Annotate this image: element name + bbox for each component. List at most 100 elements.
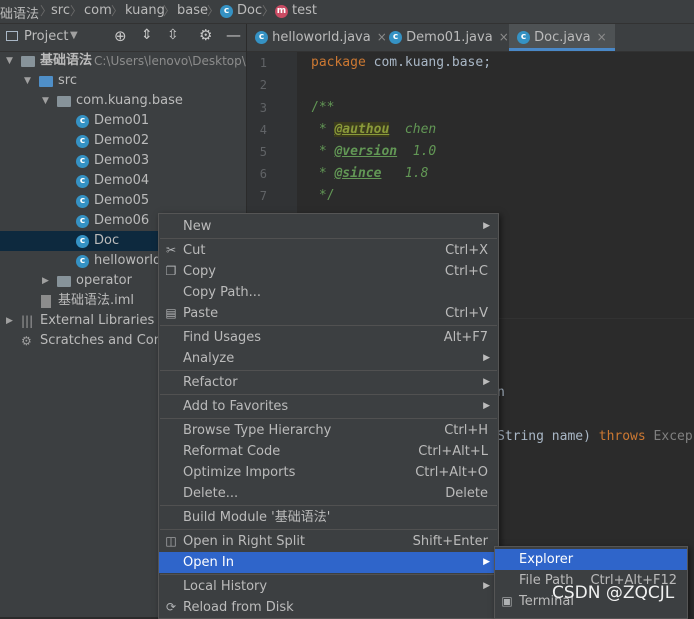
submenu-arrow-icon: ▶ xyxy=(483,353,490,363)
menu-item-shortcut: Ctrl+X xyxy=(445,243,488,258)
class-icon: c xyxy=(76,215,89,228)
collapse-all-icon[interactable]: ⇳ xyxy=(167,27,179,43)
class-icon: c xyxy=(76,115,89,128)
file-icon xyxy=(41,295,51,308)
menu-item-label: Reload from Disk xyxy=(183,600,294,615)
breadcrumb-item-project[interactable]: 础语法 xyxy=(0,3,39,22)
tab-demo01[interactable]: c Demo01.java × xyxy=(389,24,509,51)
line-number: 6 xyxy=(259,167,267,181)
submenu-item-explorer[interactable]: Explorer xyxy=(495,549,687,570)
menu-item-delete[interactable]: Delete... Delete xyxy=(159,483,498,504)
terminal-icon: ▣ xyxy=(501,594,513,608)
tree-item-project-root[interactable]: ▼ 基础语法 C:\Users\lenovo\Desktop\ xyxy=(0,51,246,71)
tree-item-label: Demo04 xyxy=(94,173,150,188)
gear-icon[interactable]: ⚙ xyxy=(199,26,212,44)
menu-item-refactor[interactable]: Refactor ▶ xyxy=(159,372,498,393)
breadcrumb-item-test[interactable]: test xyxy=(292,3,317,18)
menu-item-browse-type-hierarchy[interactable]: Browse Type Hierarchy Ctrl+H xyxy=(159,420,498,441)
menu-item-cut[interactable]: ✂ Cut Ctrl+X xyxy=(159,240,498,261)
submenu-arrow-icon: ▶ xyxy=(483,377,490,387)
context-menu: New ▶ ✂ Cut Ctrl+X ❐ Copy Ctrl+C Copy Path...… xyxy=(158,213,499,619)
source-folder-icon xyxy=(39,76,53,87)
code-token: Excep xyxy=(645,429,693,444)
menu-item-label: Local History xyxy=(183,579,268,594)
menu-item-shortcut: Ctrl+V xyxy=(445,306,488,321)
menu-item-label: Build Module '基础语法' xyxy=(183,510,331,525)
code-token: String name) xyxy=(497,429,599,444)
split-icon: ◫ xyxy=(165,534,177,548)
menu-item-paste[interactable]: ▤ Paste Ctrl+V xyxy=(159,303,498,324)
menu-item-copy[interactable]: ❐ Copy Ctrl+C xyxy=(159,261,498,282)
line-number: 2 xyxy=(259,78,267,92)
menu-separator xyxy=(160,238,497,239)
menu-separator xyxy=(160,370,497,371)
code-token: com.kuang.base; xyxy=(365,55,492,70)
tree-item-class[interactable]: c Demo04 xyxy=(0,171,246,191)
editor-tab-bar: c helloworld.java × c Demo01.java × c Doc.… xyxy=(247,24,694,52)
breadcrumb: 础语法 〉 src 〉 com 〉 kuang 〉 base 〉 c Doc 〉… xyxy=(0,0,694,24)
breadcrumb-item-base[interactable]: base xyxy=(177,3,208,18)
menu-separator xyxy=(160,574,497,575)
chevron-right-icon: 〉 xyxy=(111,4,124,18)
menu-separator xyxy=(160,505,497,506)
menu-item-optimize-imports[interactable]: Optimize Imports Ctrl+Alt+O xyxy=(159,462,498,483)
breadcrumb-item-src[interactable]: src xyxy=(51,3,70,18)
scratches-icon: ⚙ xyxy=(21,334,32,348)
menu-item-reload-from-disk[interactable]: ⟳ Reload from Disk xyxy=(159,597,498,618)
tree-item-class[interactable]: c Demo02 xyxy=(0,131,246,151)
menu-item-shortcut: Ctrl+Alt+L xyxy=(418,444,488,459)
menu-item-label: Delete... xyxy=(183,486,239,501)
tree-item-package[interactable]: ▼ com.kuang.base xyxy=(0,91,246,111)
code-fragment: String name) throws Excep xyxy=(497,429,693,444)
expand-all-icon[interactable]: ⇕ xyxy=(141,27,153,43)
tree-item-label: 基础语法.iml xyxy=(58,293,135,308)
tree-item-class[interactable]: c Demo05 xyxy=(0,191,246,211)
tree-item-label: helloworld xyxy=(94,253,162,268)
tree-item-class[interactable]: c Demo03 xyxy=(0,151,246,171)
tree-item-label: Demo02 xyxy=(94,133,150,148)
reload-icon: ⟳ xyxy=(165,600,177,614)
breadcrumb-item-kuang[interactable]: kuang xyxy=(125,3,165,18)
minimize-icon[interactable]: — xyxy=(226,26,241,44)
menu-item-reformat-code[interactable]: Reformat Code Ctrl+Alt+L xyxy=(159,441,498,462)
package-icon xyxy=(57,96,71,107)
menu-item-open-in[interactable]: Open In ▶ xyxy=(159,552,498,573)
tree-item-label: External Libraries xyxy=(40,313,155,328)
menu-item-label: Find Usages xyxy=(183,330,262,345)
project-view-title[interactable]: Project xyxy=(24,29,68,44)
breadcrumb-item-doc[interactable]: Doc xyxy=(237,3,262,18)
menu-item-analyze[interactable]: Analyze ▶ xyxy=(159,348,498,369)
menu-item-label: Browse Type Hierarchy xyxy=(183,423,332,438)
javadoc-tag: @version xyxy=(334,144,398,159)
menu-item-local-history[interactable]: Local History ▶ xyxy=(159,576,498,597)
method-icon: m xyxy=(275,5,288,18)
menu-item-copy-path[interactable]: Copy Path... xyxy=(159,282,498,303)
tab-doc-active[interactable]: c Doc.java × xyxy=(509,24,615,51)
menu-item-shortcut: Shift+Enter xyxy=(412,534,488,549)
close-icon[interactable]: × xyxy=(499,30,509,44)
menu-item-add-to-favorites[interactable]: Add to Favorites ▶ xyxy=(159,396,498,417)
menu-item-open-in-right-split[interactable]: ◫ Open in Right Split Shift+Enter xyxy=(159,531,498,552)
paste-icon: ▤ xyxy=(165,306,177,320)
tab-label: Doc.java xyxy=(534,30,591,45)
project-view-icon xyxy=(6,31,18,41)
locate-icon[interactable]: ⊕ xyxy=(114,27,127,45)
tree-item-class[interactable]: c Demo01 xyxy=(0,111,246,131)
line-number: 1 xyxy=(259,56,267,70)
breadcrumb-item-com[interactable]: com xyxy=(84,3,112,18)
chevron-right-icon: 〉 xyxy=(207,4,220,18)
close-icon[interactable]: × xyxy=(597,30,607,44)
tree-item-src[interactable]: ▼ src xyxy=(0,71,246,91)
package-icon xyxy=(57,276,71,287)
menu-item-new[interactable]: New ▶ xyxy=(159,216,498,237)
menu-item-find-usages[interactable]: Find Usages Alt+F7 xyxy=(159,327,498,348)
menu-separator xyxy=(160,394,497,395)
close-icon[interactable]: × xyxy=(377,30,387,44)
class-icon: c xyxy=(76,175,89,188)
menu-item-label: Open In xyxy=(183,555,234,570)
code-line-3: /** xyxy=(311,100,335,115)
menu-item-build-module[interactable]: Build Module '基础语法' xyxy=(159,507,498,528)
menu-item-label: Paste xyxy=(183,306,219,321)
chevron-down-icon[interactable]: ▼ xyxy=(70,30,78,41)
tab-helloworld[interactable]: c helloworld.java × xyxy=(255,24,387,51)
